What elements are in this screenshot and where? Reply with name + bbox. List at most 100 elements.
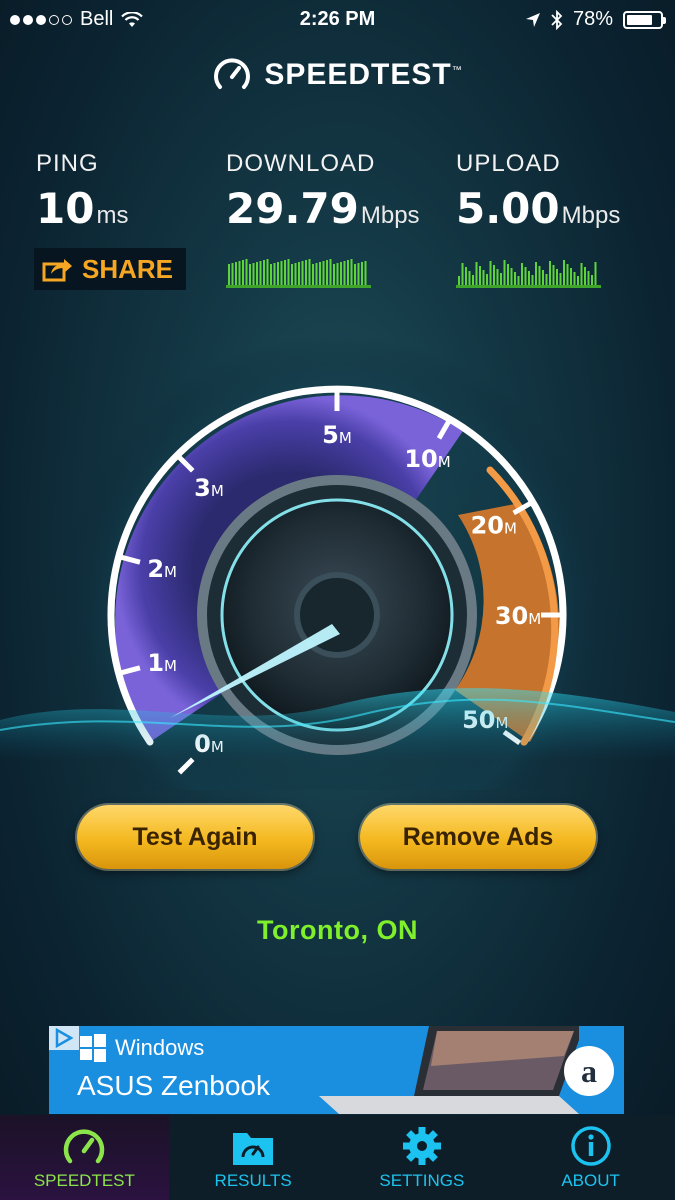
graph-bar [566,264,569,286]
graph-bar [514,272,516,286]
tab-settings[interactable]: SETTINGS [338,1115,507,1200]
graph-bar [350,259,353,286]
graph-bar [486,274,488,286]
info-icon [570,1126,611,1166]
graph-bar [545,274,548,286]
graph-bar [287,259,290,286]
adchoices-icon[interactable] [49,1026,79,1050]
graph-bar [542,270,544,286]
upload-graph [456,260,601,288]
amazon-logo: a [564,1046,614,1096]
graph-bar [503,260,506,286]
graph-bar [538,266,541,286]
location-arrow-icon [525,12,540,27]
bluetooth-icon [551,9,563,30]
graph-bar [336,263,339,286]
graph-bar [472,275,474,286]
share-icon [42,259,72,282]
graph-bar [245,259,248,286]
tab-about-label: ABOUT [561,1171,620,1190]
graph-bar [496,269,499,286]
download-value: 29.79 [226,184,359,233]
graph-bar [468,271,471,286]
graph-bar [357,263,360,286]
graph-bar [259,261,262,286]
tab-results[interactable]: RESULTS [169,1115,338,1200]
server-location: Toronto, ON [257,915,418,945]
graph-bar [249,264,251,286]
ping-result: PING 10ms [36,150,128,233]
graph-bar [559,273,562,286]
graph-bar [231,263,234,286]
upload-result: UPLOAD 5.00Mbps [456,150,620,233]
ad-banner[interactable]: Windows ASUS Zenbook a [49,1026,624,1114]
graph-bar [531,275,534,286]
graph-bar [549,261,551,286]
graph-bar [280,261,283,286]
graph-bar [517,276,520,286]
graph-bar [552,265,555,286]
results-folder-icon [233,1133,274,1165]
graph-bar [577,276,579,286]
graph-bar [326,260,328,286]
graph-bar [465,267,467,286]
graph-bar [294,263,297,286]
graph-bar [343,261,346,286]
windows-logo-icon [80,1034,106,1062]
graph-bar [266,259,269,286]
upload-value: 5.00 [456,184,560,233]
tab-speedtest[interactable]: SPEEDTEST [0,1115,169,1200]
test-again-button[interactable]: Test Again [77,805,313,869]
graph-bar [333,264,335,286]
graph-bar [242,260,244,286]
graph-bar [252,263,255,286]
share-label: SHARE [82,253,174,284]
speed-gauge: 0M1M2M3M5M10M20M30M50M [0,335,675,790]
graph-bar [364,261,367,286]
graph-bar [510,268,513,286]
graph-bar [524,267,527,286]
graph-bar [361,262,363,286]
graph-bar [312,264,314,286]
graph-bar [500,273,502,286]
tab-about[interactable]: ABOUT [506,1115,675,1200]
graph-bar [580,263,583,286]
graph-bar [273,263,276,286]
share-button[interactable]: SHARE [34,248,186,290]
download-graph [226,259,371,288]
upload-label: UPLOAD [456,150,561,177]
graph-bar [493,265,495,286]
graph-bar [340,262,342,286]
graph-bar [301,261,304,286]
download-label: DOWNLOAD [226,150,376,177]
ad-brand: Windows [115,1035,205,1060]
graph-bar [594,262,597,286]
bottom-tab-bar: SPEEDTEST RESULTS SETTINGS ABOUT [0,1115,675,1200]
status-right: 78% [525,8,666,31]
ad-product: ASUS Zenbook [77,1070,270,1101]
graph-bar [563,260,565,286]
graph-bar [322,261,325,286]
graph-bar [319,262,321,286]
download-result: DOWNLOAD 29.79Mbps [226,150,420,233]
graph-bar [277,262,279,286]
graph-bar [507,264,509,286]
graph-bar [305,260,307,286]
graph-bar [587,271,590,286]
graph-bar [475,262,478,286]
upload-unit: Mbps [561,202,621,229]
graph-bar [461,263,464,286]
ping-value: 10 [36,184,95,233]
tab-speedtest-label: SPEEDTEST [33,1171,135,1190]
ping-unit: ms [96,202,129,229]
remove-ads-button[interactable]: Remove Ads [360,805,596,869]
graph-bar [584,267,586,286]
graph-bar [284,260,286,286]
graph-bar [235,262,237,286]
graph-bar [521,263,523,286]
graph-bar [308,259,311,286]
ping-label: PING [36,150,99,177]
graph-bar [556,269,558,286]
graph-bar [570,268,572,286]
graph-bar [238,261,241,286]
